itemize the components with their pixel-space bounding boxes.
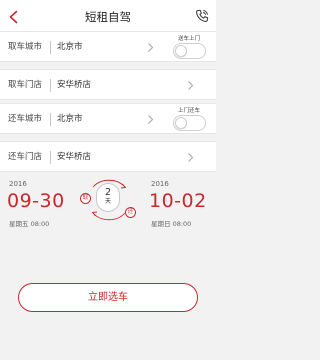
phone-icon[interactable] <box>194 8 210 24</box>
door-return-toggle-group: 上门还车 <box>170 106 208 134</box>
toggle-knob <box>175 45 187 57</box>
page-title: 短租自驾 <box>85 10 131 24</box>
door-return-toggle-label: 上门还车 <box>177 108 200 114</box>
return-city-value: 北京市 <box>57 114 83 124</box>
row-divider <box>50 79 51 92</box>
chevron-right-icon <box>188 153 194 162</box>
row-divider <box>50 41 51 54</box>
pickup-city-row[interactable]: 取车城市 北京市 送车上门 <box>0 31 216 62</box>
toggle-knob <box>175 117 187 129</box>
rental-days-badge: 2 天 <box>96 183 120 212</box>
return-store-value: 安华桥店 <box>57 152 92 162</box>
pickup-store-label: 取车门店 <box>8 80 43 90</box>
pickup-tag: 取 <box>80 193 91 204</box>
return-tag: 还 <box>125 207 136 218</box>
select-car-button[interactable]: 立即选车 <box>18 283 198 312</box>
rental-days-count: 2 <box>104 187 112 198</box>
row-divider <box>50 113 51 126</box>
pickup-store-value: 安华桥店 <box>57 80 92 90</box>
chevron-right-icon <box>148 43 154 52</box>
delivery-toggle-group: 送车上门 <box>170 34 208 62</box>
row-divider <box>50 151 51 164</box>
delivery-toggle[interactable] <box>173 43 206 59</box>
return-city-label: 还车城市 <box>8 114 43 124</box>
chevron-right-icon <box>148 115 154 124</box>
pickup-store-row[interactable]: 取车门店 安华桥店 <box>0 69 216 100</box>
pickup-city-value: 北京市 <box>57 42 83 52</box>
return-weekday-time: 星期日 08:00 <box>151 220 192 228</box>
return-store-row[interactable]: 还车门店 安华桥店 <box>0 141 216 172</box>
return-date: 10-02 <box>149 190 207 212</box>
door-return-toggle[interactable] <box>173 115 206 131</box>
return-year: 2016 <box>151 180 169 188</box>
pickup-date: 09-30 <box>7 190 65 212</box>
pickup-year: 2016 <box>9 180 27 188</box>
pickup-city-label: 取车城市 <box>8 42 43 52</box>
rental-days-unit: 天 <box>104 198 111 205</box>
chevron-right-icon <box>188 81 194 90</box>
pickup-weekday-time: 星期五 08:00 <box>9 220 50 228</box>
return-store-label: 还车门店 <box>8 152 43 162</box>
top-bar: 短租自驾 <box>0 0 216 34</box>
delivery-toggle-label: 送车上门 <box>177 36 200 42</box>
return-city-row[interactable]: 还车城市 北京市 上门还车 <box>0 103 216 134</box>
